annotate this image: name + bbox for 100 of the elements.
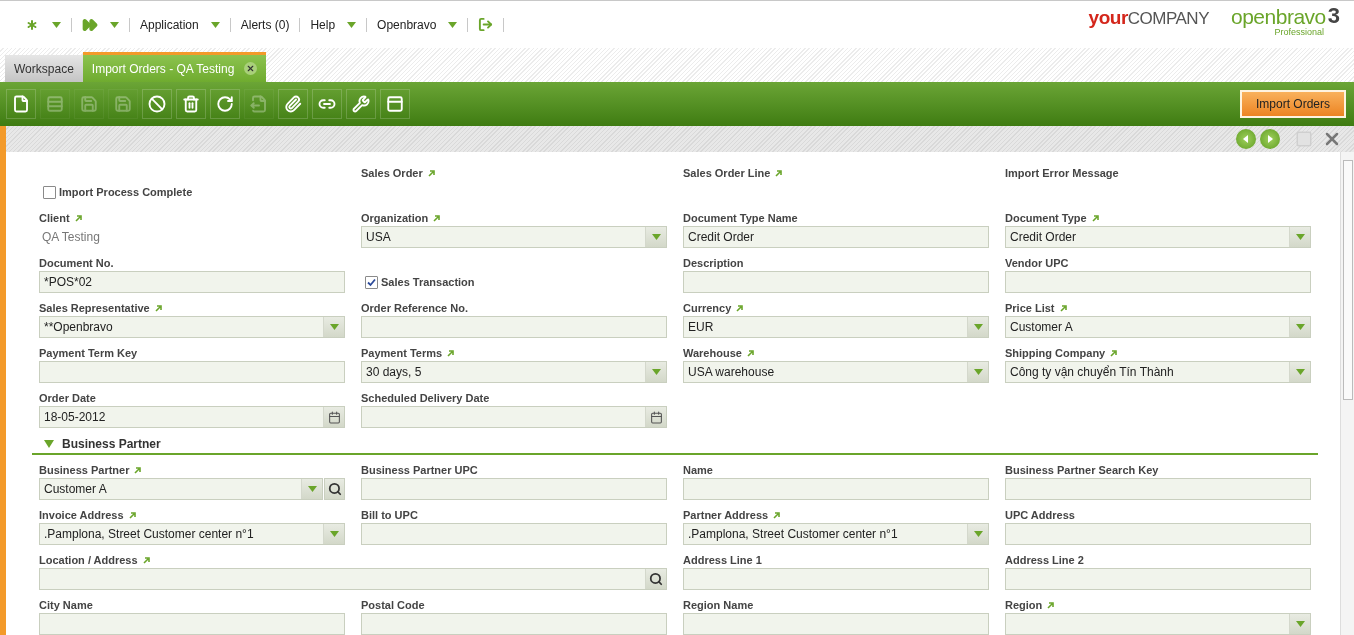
link-arrow-icon[interactable] [773,511,781,519]
text-field[interactable] [1005,568,1311,590]
text-field[interactable] [361,478,667,500]
link-arrow-icon[interactable] [746,349,754,357]
dropdown-button[interactable] [1289,362,1310,382]
dropdown-button[interactable] [1289,227,1310,247]
dropdown-button[interactable] [967,362,988,382]
text-field[interactable] [39,361,345,383]
link-arrow-icon[interactable] [142,556,150,564]
toolbar-button[interactable] [380,89,410,119]
nav-menu[interactable]: Application [130,17,230,32]
dropdown-button[interactable] [967,317,988,337]
field-label: Address Line 1 [683,554,762,566]
text-field[interactable]: Credit Order [683,226,989,248]
toolbar-button[interactable] [346,89,376,119]
toolbar-button[interactable] [6,89,36,119]
checkbox[interactable] [43,185,56,199]
select-field[interactable]: EUR [683,316,989,338]
text-field[interactable] [361,316,667,338]
link-arrow-icon[interactable] [433,214,441,222]
dropdown-button[interactable] [323,524,344,544]
toolbar-button[interactable] [142,89,172,119]
link-arrow-icon[interactable] [154,304,162,312]
text-field[interactable] [361,613,667,635]
link-arrow-icon[interactable] [134,466,142,474]
text-field[interactable] [1005,523,1311,545]
select-field[interactable]: **Openbravo [39,316,345,338]
nav-menu[interactable]: Openbravo [367,17,468,32]
select-field[interactable]: Công ty vận chuyển Tín Thành [1005,361,1311,383]
link-arrow-icon[interactable] [427,169,435,177]
field-label: Document Type [1005,212,1087,224]
text-field[interactable] [361,523,667,545]
text-field[interactable] [1005,478,1311,500]
nav-menu[interactable]: Alerts (0) [230,17,300,32]
section-header[interactable]: Business Partner [32,435,1318,455]
text-field[interactable] [683,271,989,293]
link-arrow-icon[interactable] [736,304,744,312]
link-arrow-icon[interactable] [74,214,82,222]
search-field[interactable] [39,568,667,590]
field-label: Sales Order Line [683,167,771,179]
close-icon[interactable] [244,62,258,75]
calendar-button[interactable] [323,407,344,427]
dropdown-caret-icon [651,234,661,240]
field-label: Region Name [683,599,754,611]
text-field[interactable] [39,613,345,635]
link-arrow-icon[interactable] [128,511,136,519]
field-value: Credit Order [1010,230,1078,244]
field-value: USA [366,230,392,244]
select-field[interactable]: .Pamplona, Street Customer center n°1 [683,523,989,545]
link-arrow-icon[interactable] [1047,601,1055,609]
nav-menu[interactable]: Help [300,17,367,32]
search-button[interactable] [324,478,345,500]
field-label: Business Partner [39,464,130,476]
toolbar-button[interactable] [176,89,206,119]
toolbar-button[interactable] [210,89,240,119]
link-arrow-icon[interactable] [1110,349,1118,357]
search-icon [327,482,342,496]
select-field[interactable]: Credit Order [1005,226,1311,248]
checkbox[interactable] [365,275,378,289]
field-label: Client [39,212,70,224]
import-orders-button[interactable]: Import Orders [1240,90,1346,118]
window-tab[interactable]: Workspace [5,55,83,82]
select-field[interactable]: Customer A [1005,316,1311,338]
calendar-button[interactable] [645,407,666,427]
select-field[interactable]: USA warehouse [683,361,989,383]
text-field[interactable] [683,478,989,500]
dropdown-caret-icon [973,324,983,330]
link-arrow-icon[interactable] [1059,304,1067,312]
dropdown-caret-icon [1295,621,1305,627]
select-field[interactable]: Customer A [39,478,323,500]
toolbar-button[interactable] [312,89,342,119]
dropdown-button[interactable] [1289,614,1310,634]
select-field[interactable]: USA [361,226,667,248]
toolbar-button[interactable] [278,89,308,119]
text-field[interactable]: *POS*02 [39,271,345,293]
previous-record-button[interactable] [1236,129,1256,149]
link-arrow-icon[interactable] [775,169,783,177]
dropdown-button[interactable] [1289,317,1310,337]
dropdown-button[interactable] [645,227,666,247]
select-field[interactable]: 30 days, 5 [361,361,667,383]
text-field[interactable] [683,613,989,635]
field-label: Region [1005,599,1043,611]
dropdown-button[interactable] [967,524,988,544]
select-field[interactable]: .Pamplona, Street Customer center n°1 [39,523,345,545]
select-field[interactable] [1005,613,1311,635]
field-value: EUR [688,320,715,334]
field-label: Postal Code [361,599,425,611]
field-label: Warehouse [683,347,742,359]
dropdown-button[interactable] [645,362,666,382]
date-field[interactable]: 18-05-2012 [39,406,345,428]
text-field[interactable] [1005,271,1311,293]
text-field[interactable] [683,568,989,590]
scrollbar[interactable] [1340,152,1354,635]
search-button[interactable] [645,569,666,589]
link-arrow-icon[interactable] [447,349,455,357]
date-field[interactable] [361,406,667,428]
save-icon [80,95,98,113]
dropdown-button[interactable] [323,317,344,337]
link-arrow-icon[interactable] [1091,214,1099,222]
next-record-button[interactable] [1260,129,1280,149]
